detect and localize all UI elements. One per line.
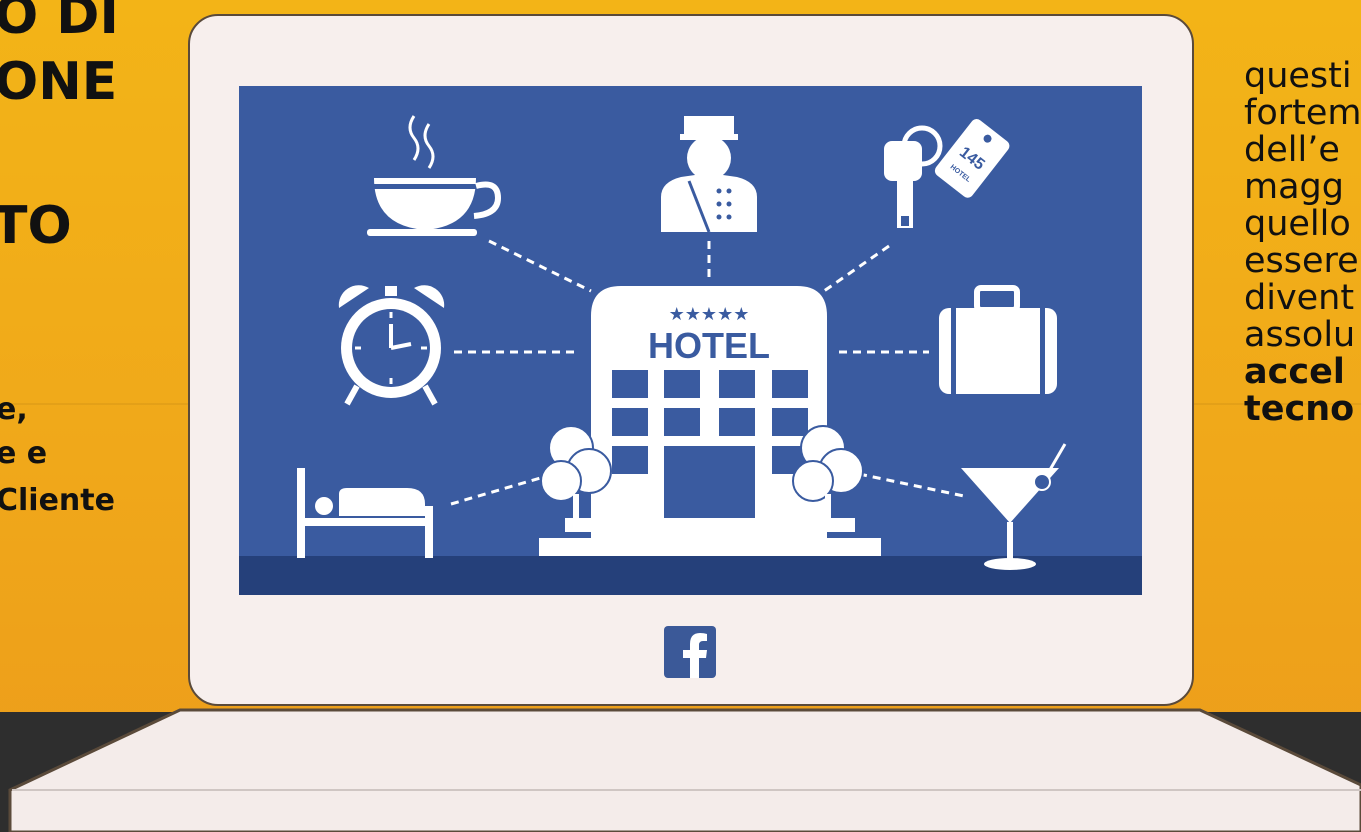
bed-icon (297, 468, 433, 558)
hotel-sign: HOTEL (648, 325, 770, 366)
right-text-block: questi fortem dell’e magg quello essere … (1244, 58, 1361, 428)
right-text-line: questi (1244, 58, 1352, 96)
hotel-stars: ★★★★★ (669, 304, 750, 325)
left-big-line-1: O DI (0, 0, 119, 46)
hotel-building-icon: ★★★★★ HOTEL (539, 286, 881, 556)
left-small-line-1: e, (0, 392, 28, 427)
left-small-line-2: e e (0, 436, 48, 471)
right-text-line: dell’e (1244, 130, 1340, 170)
right-text-line: essere (1244, 241, 1359, 281)
right-text-line: fortem (1244, 93, 1361, 133)
left-text-block: O DI ONE TO e, e e Cliente (0, 0, 185, 560)
right-text-line: quello (1244, 204, 1351, 244)
suitcase-icon (939, 285, 1057, 394)
left-big-line-3: TO (0, 196, 72, 256)
left-small-line-3: Cliente (0, 483, 115, 518)
room-key-icon: 145 HOTEL (884, 119, 1010, 228)
bellboy-icon (661, 116, 757, 233)
cocktail-icon (961, 443, 1067, 570)
alarm-clock-icon (338, 285, 445, 406)
right-text-line-bold: accel (1244, 352, 1345, 392)
coffee-cup-icon (367, 115, 502, 236)
right-text-line-bold: tecno (1244, 389, 1355, 428)
laptop-screen: 145 HOTEL ★★★★★ HOTEL (239, 86, 1142, 595)
right-text-line: assolu (1244, 315, 1356, 355)
right-text-line: divent (1244, 278, 1355, 318)
right-text-line: magg (1244, 167, 1344, 207)
laptop-base (8, 708, 1361, 832)
left-big-line-2: ONE (0, 52, 118, 112)
facebook-icon[interactable] (664, 626, 716, 678)
